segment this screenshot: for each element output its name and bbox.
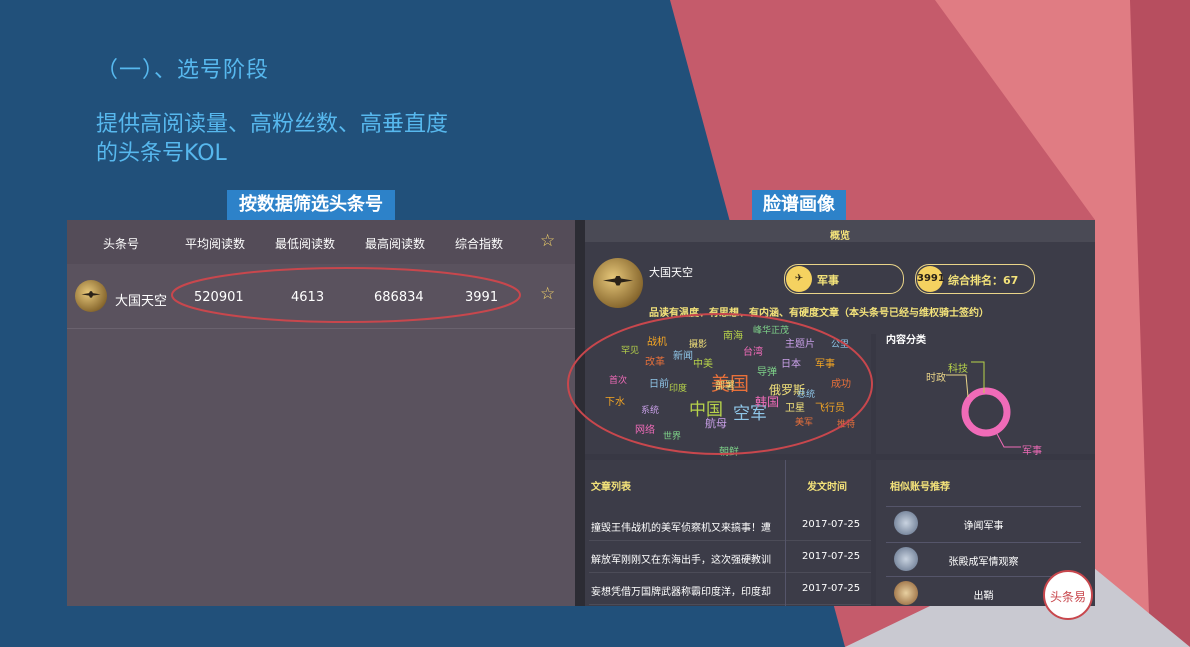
panel-divider xyxy=(575,220,585,606)
category-label-tech: 科技 xyxy=(948,364,968,375)
word-cloud-term: 军事 xyxy=(815,359,835,370)
profile-account-name: 大国天空 xyxy=(649,266,693,279)
word-cloud-term: 世界 xyxy=(663,432,682,442)
word-cloud-term: 南海 xyxy=(723,331,743,342)
similar-account-name[interactable]: 诤闻军事 xyxy=(886,517,1081,532)
word-cloud-term: 部署 xyxy=(715,381,735,392)
max-reads-value: 686834 xyxy=(374,290,424,305)
word-cloud-term: 网络 xyxy=(635,425,655,436)
category-label-politics: 时政 xyxy=(926,373,946,384)
avatar xyxy=(75,280,107,312)
article-title[interactable]: 撞毁王伟战机的美军侦察机又来搞事！遭 xyxy=(591,519,783,534)
word-cloud-term: 航母 xyxy=(705,417,727,430)
article-date: 2017-07-25 xyxy=(802,519,861,530)
score-value: 3991 xyxy=(465,290,499,305)
table-row[interactable]: 大国天空 520901 4613 686834 3991 ☆ xyxy=(67,266,575,329)
overview-header: 概览 xyxy=(585,220,1095,242)
content-category-panel: 内容分类 科技 时政 军事 xyxy=(876,317,1095,457)
word-cloud-term: 摄影 xyxy=(689,340,708,350)
word-cloud-term: 卫星 xyxy=(785,403,805,414)
table-header: 头条号 平均阅读数 最低阅读数 最高阅读数 综合指数 ☆ xyxy=(67,220,575,264)
section-title: （一）、选号阶段 xyxy=(96,58,270,83)
word-cloud-term: 朝鲜 xyxy=(719,447,739,458)
article-title[interactable]: 妄想凭借万国牌武器称霸印度洋，印度却 xyxy=(591,583,783,598)
col-min-reads[interactable]: 最低阅读数 xyxy=(275,235,335,252)
col-avg-reads[interactable]: 平均阅读数 xyxy=(185,235,245,252)
word-cloud-term: 战机 xyxy=(647,337,667,348)
toutiaoyi-logo: 头条易 xyxy=(1043,570,1093,620)
article-list-header: 文章列表 xyxy=(591,482,631,493)
word-cloud-term: 中美 xyxy=(693,359,713,370)
similar-account-row[interactable]: 张殿成军情观察 xyxy=(886,542,1081,577)
category-pill-label: 军事 xyxy=(817,274,839,287)
word-cloud-term: 成功 xyxy=(831,379,851,390)
military-icon: ✈ xyxy=(786,266,812,292)
word-cloud-term: 首次 xyxy=(609,376,628,386)
word-cloud-term: 总统 xyxy=(797,390,816,400)
word-cloud-term: 峰华正茂 xyxy=(753,326,790,336)
category-ring-chart xyxy=(946,361,1021,448)
profile-label: 脸谱画像 xyxy=(752,190,846,220)
word-cloud-term: 下水 xyxy=(605,397,625,408)
word-cloud-term: 导弹 xyxy=(757,367,777,378)
word-cloud-term: 系统 xyxy=(641,406,660,416)
filter-table: 头条号 平均阅读数 最低阅读数 最高阅读数 综合指数 ☆ 大国天空 520901… xyxy=(67,220,575,606)
word-cloud-term: 公里 xyxy=(831,340,850,350)
star-icon[interactable]: ☆ xyxy=(540,231,555,251)
col-account: 头条号 xyxy=(103,237,140,251)
article-title[interactable]: 解放军刚刚又在东海出手，这次强硬教训 xyxy=(591,551,783,566)
min-reads-value: 4613 xyxy=(291,290,325,305)
word-cloud: 美国 空军 中国 韩国 俄罗斯 朝鲜 航母 战机 改革 新闻 南海 台湾 部署 导弹 日本 军事 成功 日前 印度网… xyxy=(585,317,871,458)
col-score[interactable]: 综合指数 xyxy=(455,235,503,252)
word-cloud-term: 日本 xyxy=(781,359,801,370)
word-cloud-term: 推特 xyxy=(837,420,856,430)
word-cloud-term: 美军 xyxy=(795,418,814,428)
word-cloud-term: 日前 xyxy=(649,379,669,390)
similar-header: 相似账号推荐 xyxy=(890,482,950,493)
rank-score-badge: 3991 xyxy=(917,266,945,292)
rank-pill: 3991 综合排名：67 xyxy=(915,264,1035,294)
word-cloud-term: 台湾 xyxy=(743,347,763,358)
avg-reads-value: 520901 xyxy=(194,290,244,305)
category-label-military: 军事 xyxy=(1022,446,1042,457)
word-cloud-term: 印度 xyxy=(669,384,688,394)
account-name: 大国天空 xyxy=(115,294,168,309)
article-date: 2017-07-25 xyxy=(802,551,861,562)
profile-avatar xyxy=(593,258,643,308)
profile-panel: 概览 大国天空 ✈ 军事 3991 综合排名：67 品读有温度、有思想、有内涵、… xyxy=(585,220,1095,606)
article-column-separator xyxy=(785,460,786,606)
similar-account-row[interactable]: 诤闻军事 xyxy=(886,506,1081,541)
word-cloud-term: 改革 xyxy=(645,357,665,368)
article-date: 2017-07-25 xyxy=(802,583,861,594)
slide-subtitle: 提供高阅读量、高粉丝数、高垂直度的头条号KOL xyxy=(96,112,449,166)
rank-label: 综合排名：67 xyxy=(948,274,1019,287)
category-pill: ✈ 军事 xyxy=(784,264,904,294)
article-list-panel: 文章列表 发文时间 撞毁王伟战机的美军侦察机又来搞事！遭 2017-07-25 … xyxy=(585,460,871,606)
article-row[interactable]: 撞毁王伟战机的美军侦察机又来搞事！遭 2017-07-25 xyxy=(589,508,871,541)
date-header: 发文时间 xyxy=(807,482,847,493)
filter-label: 按数据筛选头条号 xyxy=(227,190,395,220)
word-cloud-term: 主题片 xyxy=(785,339,815,350)
word-cloud-term: 飞行员 xyxy=(815,403,845,414)
col-max-reads[interactable]: 最高阅读数 xyxy=(365,235,425,252)
word-cloud-term: 罕见 xyxy=(621,346,640,356)
article-row[interactable]: 妄想凭借万国牌武器称霸印度洋，印度却 2017-07-25 xyxy=(589,572,871,605)
article-row[interactable]: 解放军刚刚又在东海出手，这次强硬教训 2017-07-25 xyxy=(589,540,871,573)
star-icon[interactable]: ☆ xyxy=(540,284,555,304)
similar-account-name[interactable]: 张殿成军情观察 xyxy=(886,553,1081,568)
